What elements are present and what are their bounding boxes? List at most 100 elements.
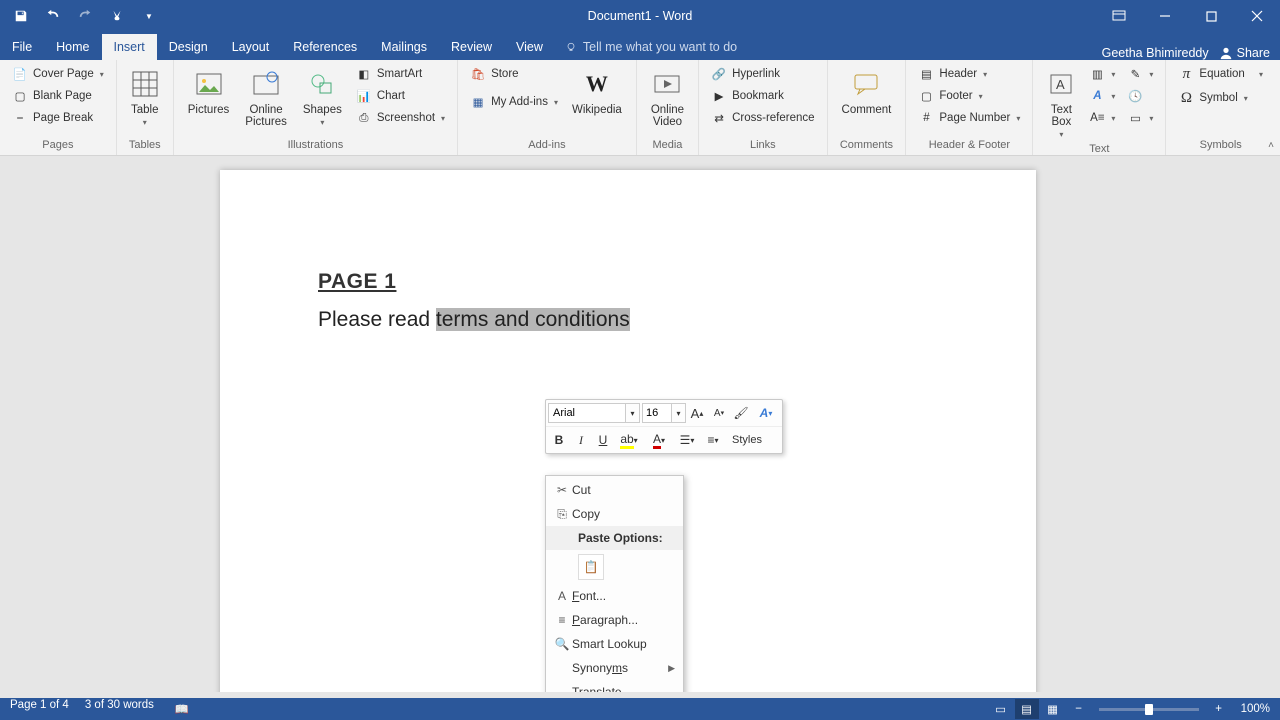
- font-dialog-icon: A: [552, 589, 572, 603]
- tab-home[interactable]: Home: [44, 34, 101, 60]
- zoom-slider[interactable]: [1099, 708, 1199, 711]
- ctx-font[interactable]: AFont...: [546, 584, 683, 608]
- page-heading[interactable]: PAGE 1: [318, 270, 938, 294]
- mini-size-combo[interactable]: [642, 403, 672, 423]
- zoom-level[interactable]: 100%: [1241, 703, 1270, 715]
- qat-customize-icon[interactable]: ▼: [134, 2, 164, 30]
- symbol-button[interactable]: ΩSymbol▾: [1174, 88, 1267, 108]
- smartart-button[interactable]: ◧SmartArt: [352, 64, 449, 84]
- tab-view[interactable]: View: [504, 34, 555, 60]
- font-color-icon[interactable]: A▾: [644, 429, 674, 451]
- quick-parts-button[interactable]: ▥▾: [1085, 64, 1119, 84]
- online-video-icon: [653, 66, 681, 102]
- ctx-copy[interactable]: ⎘Copy: [546, 502, 683, 526]
- ribbon-display-icon[interactable]: [1096, 0, 1142, 32]
- ctx-paste-options: 📋: [546, 550, 683, 584]
- paste-keep-source-icon[interactable]: 📋: [578, 554, 604, 580]
- bullets-icon[interactable]: ☰▾: [674, 429, 700, 451]
- my-addins-button[interactable]: ▦My Add-ins▾: [466, 92, 562, 112]
- close-icon[interactable]: [1234, 0, 1280, 32]
- bold-icon[interactable]: B: [548, 429, 570, 451]
- comment-button[interactable]: Comment: [836, 64, 898, 118]
- redo-icon[interactable]: [70, 2, 100, 30]
- tab-insert[interactable]: Insert: [102, 34, 157, 60]
- zoom-out-icon[interactable]: −: [1067, 699, 1091, 719]
- equation-button[interactable]: πEquation ▾: [1174, 64, 1267, 84]
- wordart-button[interactable]: A▾: [1085, 86, 1119, 106]
- header-icon: ▤: [918, 66, 934, 82]
- object-button[interactable]: ▭▾: [1123, 108, 1157, 128]
- drop-cap-button[interactable]: A≡▾: [1085, 108, 1119, 128]
- text-box-button[interactable]: AText Box▾: [1041, 64, 1081, 141]
- tab-file[interactable]: File: [0, 34, 44, 60]
- status-words[interactable]: 3 of 30 words: [85, 699, 154, 719]
- web-layout-icon[interactable]: ▦: [1041, 699, 1065, 719]
- zoom-in-icon[interactable]: +: [1207, 699, 1231, 719]
- clear-formatting-icon[interactable]: A▾: [752, 402, 780, 424]
- screenshot-button[interactable]: ⎙Screenshot▾: [352, 108, 449, 128]
- read-mode-icon[interactable]: ▭: [989, 699, 1013, 719]
- tab-layout[interactable]: Layout: [220, 34, 282, 60]
- tab-mailings[interactable]: Mailings: [369, 34, 439, 60]
- mini-font-dropdown-icon[interactable]: ▾: [626, 403, 640, 423]
- my-addins-icon: ▦: [470, 94, 486, 110]
- signature-line-button[interactable]: ✎▾: [1123, 64, 1157, 84]
- blank-page-button[interactable]: ▢Blank Page: [8, 86, 108, 106]
- svg-text:A: A: [1056, 77, 1065, 92]
- hyperlink-button[interactable]: 🔗Hyperlink: [707, 64, 818, 84]
- share-button[interactable]: Share: [1219, 46, 1270, 60]
- shrink-font-icon[interactable]: A▾: [708, 402, 730, 424]
- tab-review[interactable]: Review: [439, 34, 504, 60]
- ribbon: 📄Cover Page▾ ▢Blank Page ⎯Page Break Pag…: [0, 60, 1280, 156]
- table-button[interactable]: Table▾: [125, 64, 165, 129]
- mini-size-dropdown-icon[interactable]: ▾: [672, 403, 686, 423]
- numbering-icon[interactable]: ≡▾: [700, 429, 726, 451]
- body-text[interactable]: Please read terms and conditions: [318, 308, 938, 332]
- footer-button[interactable]: ▢Footer▾: [914, 86, 1024, 106]
- status-proofing-icon[interactable]: 📖: [170, 699, 194, 719]
- ctx-synonyms[interactable]: Synonyms▶: [546, 656, 683, 680]
- shapes-button[interactable]: Shapes▾: [297, 64, 348, 129]
- user-name[interactable]: Geetha Bhimireddy: [1102, 46, 1209, 60]
- pictures-button[interactable]: Pictures: [182, 64, 236, 118]
- page-number-button[interactable]: #Page Number▾: [914, 108, 1024, 128]
- italic-icon[interactable]: I: [570, 429, 592, 451]
- maximize-icon[interactable]: [1188, 0, 1234, 32]
- mini-font-combo[interactable]: [548, 403, 626, 423]
- underline-icon[interactable]: U: [592, 429, 614, 451]
- tab-references[interactable]: References: [281, 34, 369, 60]
- print-layout-icon[interactable]: ▤: [1015, 699, 1039, 719]
- selected-text[interactable]: terms and conditions: [436, 308, 630, 331]
- group-addins-label: Add-ins: [466, 137, 628, 155]
- date-time-button[interactable]: 🕓: [1123, 86, 1157, 106]
- ctx-smart-lookup[interactable]: 🔍Smart Lookup: [546, 632, 683, 656]
- store-button[interactable]: 🛍Store: [466, 64, 562, 84]
- tab-design[interactable]: Design: [157, 34, 220, 60]
- table-icon: [131, 66, 159, 102]
- collapse-ribbon-icon[interactable]: ˄: [1268, 140, 1274, 151]
- save-icon[interactable]: [6, 2, 36, 30]
- undo-icon[interactable]: [38, 2, 68, 30]
- cut-icon[interactable]: [102, 2, 132, 30]
- group-media-label: Media: [645, 137, 690, 155]
- header-button[interactable]: ▤Header▾: [914, 64, 1024, 84]
- online-video-button[interactable]: Online Video: [645, 64, 690, 130]
- ribbon-tabs: File Home Insert Design Layout Reference…: [0, 32, 1280, 60]
- mini-styles-button[interactable]: Styles: [726, 434, 768, 446]
- ctx-paragraph[interactable]: ≡Paragraph...: [546, 608, 683, 632]
- bookmark-button[interactable]: ▶Bookmark: [707, 86, 818, 106]
- ctx-translate[interactable]: Translate: [546, 680, 683, 692]
- page-break-button[interactable]: ⎯Page Break: [8, 108, 108, 128]
- highlight-icon[interactable]: ab▾: [614, 429, 644, 451]
- wikipedia-button[interactable]: WWikipedia: [566, 64, 628, 118]
- format-painter-icon[interactable]: 🖌: [730, 402, 752, 424]
- status-page[interactable]: Page 1 of 4: [10, 699, 69, 719]
- tell-me-search[interactable]: Tell me what you want to do: [555, 34, 747, 60]
- online-pictures-button[interactable]: Online Pictures: [239, 64, 293, 130]
- cross-reference-button[interactable]: ⇄Cross-reference: [707, 108, 818, 128]
- minimize-icon[interactable]: [1142, 0, 1188, 32]
- grow-font-icon[interactable]: A▴: [686, 402, 708, 424]
- ctx-cut[interactable]: ✂Cut: [546, 478, 683, 502]
- chart-button[interactable]: 📊Chart: [352, 86, 449, 106]
- cover-page-button[interactable]: 📄Cover Page▾: [8, 64, 108, 84]
